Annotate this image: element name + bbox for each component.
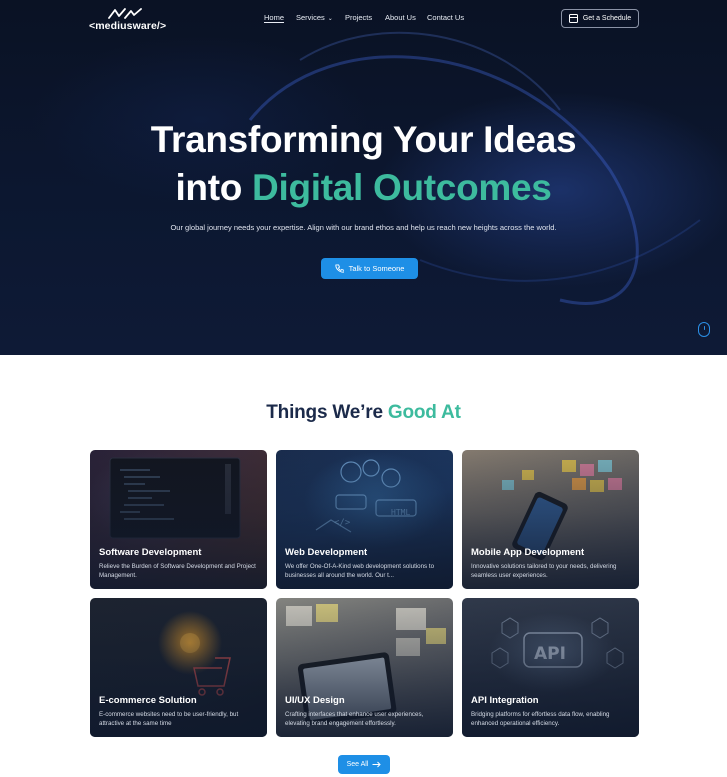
- service-card-mobile-app-development[interactable]: Mobile App Development Innovative soluti…: [462, 450, 639, 589]
- service-card-ui-ux-design[interactable]: UI/UX Design Crafting interfaces that en…: [276, 598, 453, 737]
- service-card-web-development[interactable]: </> HTML Web Development We offer One-Of…: [276, 450, 453, 589]
- nav-services-label: Services: [296, 13, 325, 22]
- chevron-down-icon: ⌄: [327, 16, 333, 22]
- talk-to-someone-button[interactable]: Talk to Someone: [321, 258, 418, 279]
- get-schedule-label: Get a Schedule: [582, 15, 632, 22]
- service-card-ecommerce-solution[interactable]: E-commerce Solution E-commerce websites …: [90, 598, 267, 737]
- talk-to-someone-label: Talk to Someone: [348, 264, 405, 273]
- nav-services[interactable]: Services ⌄: [296, 13, 333, 22]
- services-heading-accent: Good At: [387, 402, 461, 423]
- card-description: E-commerce websites need to be user-frie…: [99, 711, 239, 727]
- brand-logo[interactable]: <mediusware/>: [89, 8, 169, 32]
- card-description: We offer One-Of-A-Kind web development s…: [285, 563, 435, 579]
- hero-subtitle: Our global journey needs your expertise.…: [170, 223, 557, 232]
- hero-section: <mediusware/> Home Services ⌄ Projects Ab…: [0, 0, 727, 355]
- phone-icon: [335, 264, 344, 273]
- nav-about-us[interactable]: About Us: [385, 13, 416, 22]
- nav-projects[interactable]: Projects: [345, 13, 372, 22]
- card-title: Web Development: [285, 547, 368, 558]
- arrow-right-icon: [372, 761, 382, 768]
- services-heading: Things We’re Good At: [0, 402, 727, 424]
- hero-title-accent: Digital Outcomes: [252, 167, 552, 208]
- see-all-button[interactable]: See All: [338, 755, 390, 774]
- calendar-icon: [568, 14, 578, 23]
- scroll-mouse-icon[interactable]: [698, 322, 710, 337]
- hero-title-line1: Transforming Your Ideas: [150, 119, 577, 160]
- card-title: Software Development: [99, 547, 202, 558]
- card-title: E-commerce Solution: [99, 695, 197, 706]
- card-description: Bridging platforms for effortless data f…: [471, 711, 610, 727]
- card-description: Innovative solutions tailored to your ne…: [471, 563, 617, 579]
- card-title: Mobile App Development: [471, 547, 585, 558]
- logo-text: <mediusware/>: [89, 20, 167, 32]
- nav-home[interactable]: Home: [264, 13, 284, 22]
- hero-title: Transforming Your Ideas into Digital Out…: [0, 116, 727, 212]
- card-title: API Integration: [471, 695, 539, 706]
- hero-title-line2: into Digital Outcomes: [0, 164, 727, 212]
- service-card-api-integration[interactable]: API API Integration Bridging platforms f…: [462, 598, 639, 737]
- get-schedule-button[interactable]: Get a Schedule: [561, 9, 639, 28]
- card-title: UI/UX Design: [285, 695, 345, 706]
- logo-mark-icon: [108, 8, 142, 19]
- nav-contact-us[interactable]: Contact Us: [427, 13, 464, 22]
- card-description: Relieve the Burden of Software Developme…: [99, 563, 256, 579]
- service-card-software-development[interactable]: Software Development Relieve the Burden …: [90, 450, 267, 589]
- services-heading-plain: Things We’re: [266, 402, 388, 423]
- see-all-label: See All: [346, 761, 369, 768]
- card-description: Crafting interfaces that enhance user ex…: [285, 711, 424, 727]
- hero-title-line2-plain: into: [175, 167, 253, 208]
